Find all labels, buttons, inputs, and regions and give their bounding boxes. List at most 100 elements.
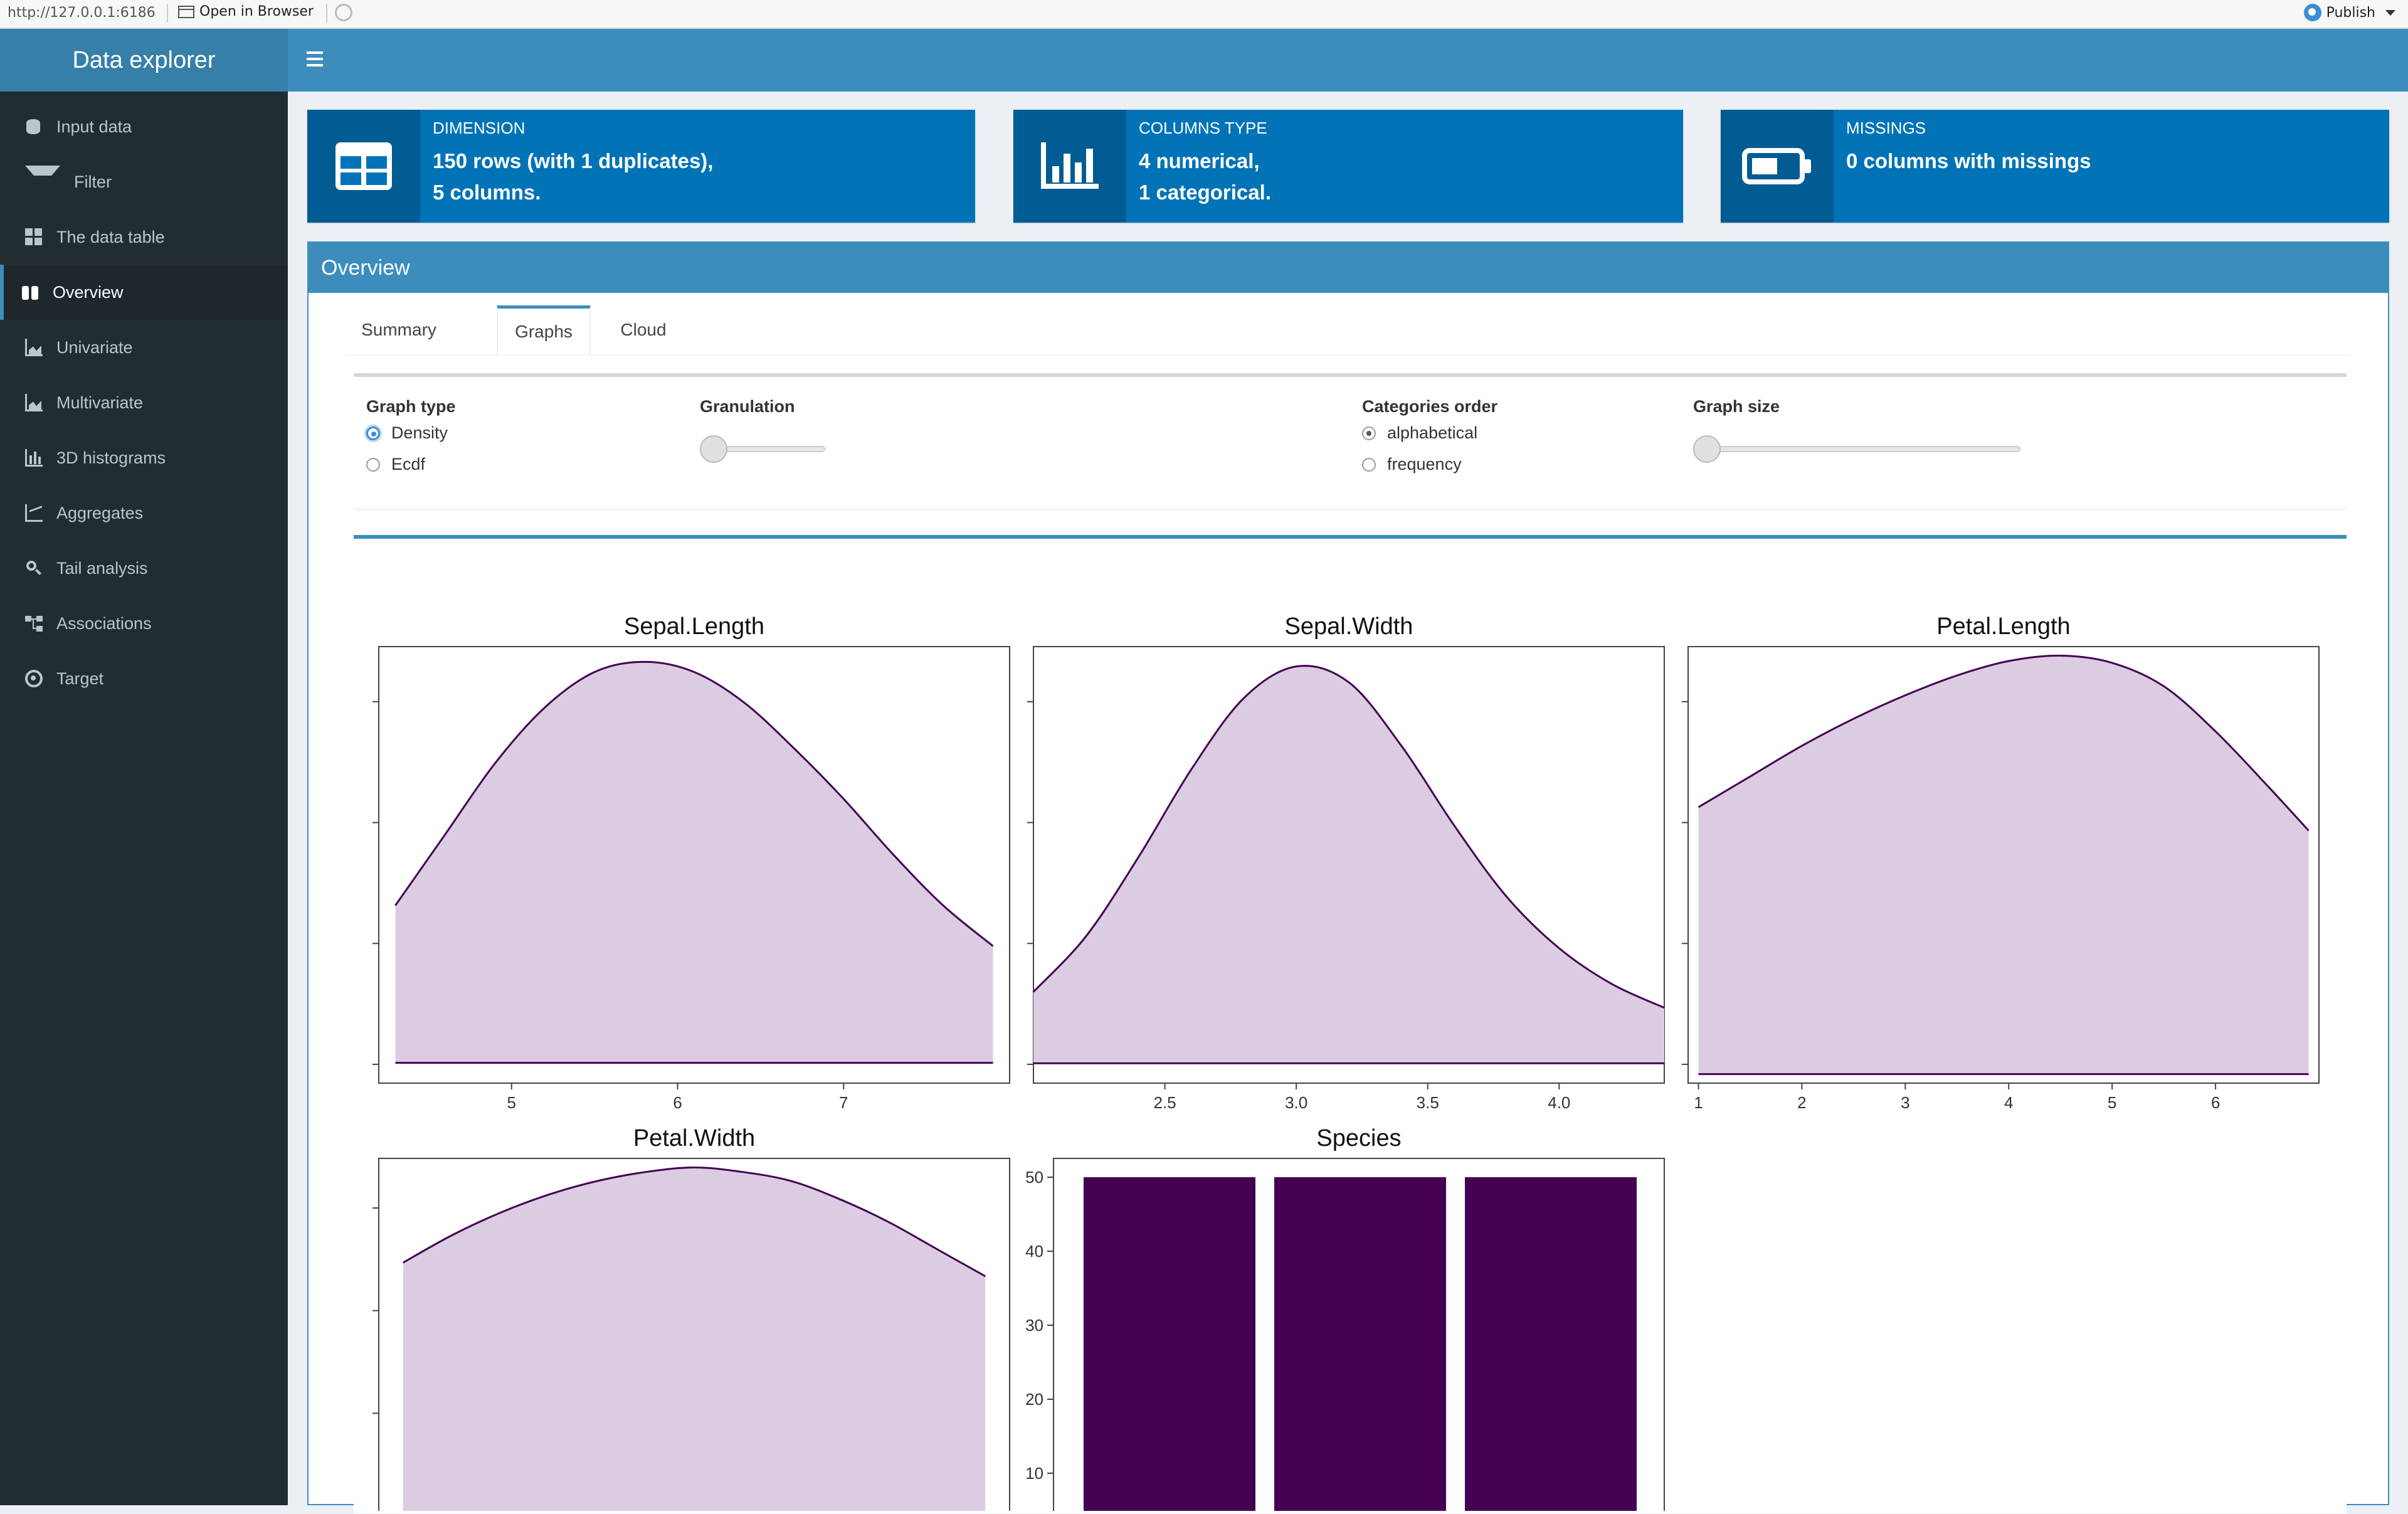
- x-tick-label: 3: [1901, 1093, 1909, 1112]
- chart-title: Sepal.Length: [624, 613, 764, 640]
- bar: [1274, 1177, 1446, 1514]
- radio-label: Ecdf: [391, 455, 426, 474]
- sidebar-item-overview[interactable]: Overview: [0, 265, 288, 320]
- info-box-value: 4 numerical,: [1139, 149, 1260, 172]
- overview-graphs: Sepal.Length 5 6 7 Sepal.Width 2.5 3.0 3.5 4.0 Pe…: [372, 613, 2320, 1514]
- sidebar-item-label: Overview: [53, 282, 124, 302]
- graph-size-slider-thumb[interactable]: [1693, 435, 1721, 463]
- granulation-title: Granulation: [700, 397, 795, 416]
- x-tick-label: 3.0: [1285, 1093, 1307, 1112]
- graph-type-title: Graph type: [366, 397, 456, 416]
- app-logo[interactable]: Data explorer: [0, 29, 288, 92]
- graph-size-slider-track[interactable]: [1693, 446, 2020, 452]
- radio-frequency[interactable]: [1362, 457, 1376, 472]
- info-box-dimension: Dimension 150 rows (with 1 duplicates), …: [307, 110, 975, 223]
- battery-icon: [1721, 110, 1834, 223]
- y-tick-label: 10: [1025, 1464, 1043, 1483]
- sidebar-item-input-data[interactable]: Input data: [0, 99, 288, 154]
- publish-button[interactable]: Publish: [2303, 4, 2395, 21]
- graph-type-density-option[interactable]: Density: [366, 423, 448, 443]
- info-box-value: 1 categorical.: [1139, 181, 1271, 204]
- chart-title: Sepal.Width: [1285, 613, 1413, 640]
- binoculars-icon: [21, 283, 39, 301]
- sidebar-item-univariate[interactable]: Univariate: [0, 320, 288, 375]
- categories-order-frequency-option[interactable]: frequency: [1362, 455, 1462, 474]
- info-box-value: 150 rows (with 1 duplicates),: [433, 149, 714, 172]
- graph-size-title: Graph size: [1693, 397, 1780, 416]
- sidebar-item-filter[interactable]: Filter: [0, 154, 288, 209]
- x-tick-label: 1: [1694, 1093, 1703, 1112]
- sidebar: Data explorer Input data Filter The data…: [0, 29, 288, 1505]
- x-tick-label: 6: [673, 1093, 682, 1112]
- sidebar-item-tail-analysis[interactable]: Tail analysis: [0, 541, 288, 596]
- sidebar-item-aggregates[interactable]: Aggregates: [0, 485, 288, 541]
- tab-graphs[interactable]: Graphs: [497, 305, 591, 354]
- sidebar-item-target[interactable]: Target: [0, 651, 288, 706]
- overview-header: Overview: [309, 243, 2388, 293]
- sidebar-item-label: Target: [56, 669, 104, 688]
- categories-order-title: Categories order: [1362, 397, 1498, 416]
- browser-window-icon: [178, 5, 194, 18]
- info-box-columns-type: Columns type 4 numerical, 1 categorical.: [1013, 110, 1683, 223]
- radio-label: alphabetical: [1387, 423, 1478, 442]
- area-chart-icon: [25, 339, 43, 356]
- open-in-browser-button[interactable]: Open in Browser: [178, 4, 314, 19]
- y-tick-label: 50: [1025, 1168, 1043, 1187]
- tab-cloud[interactable]: Cloud: [591, 305, 696, 354]
- y-tick-label: 30: [1025, 1316, 1043, 1335]
- sidebar-item-label: Multivariate: [56, 393, 144, 412]
- area-chart-icon: [25, 394, 43, 411]
- info-box-value: 0 columns with missings: [1846, 149, 2091, 172]
- radio-alphabetical[interactable]: [1362, 426, 1376, 440]
- radio-ecdf[interactable]: [366, 457, 380, 472]
- granulation-slider-thumb[interactable]: [700, 435, 727, 463]
- radio-label: frequency: [1387, 455, 1462, 474]
- density-area: [1698, 655, 2309, 1074]
- sidebar-item-data-table[interactable]: The data table: [0, 209, 288, 265]
- bar-chart-icon: [25, 449, 43, 467]
- x-tick-label: 6: [2211, 1093, 2220, 1112]
- density-area: [403, 1167, 986, 1514]
- toolbar-separator: [167, 4, 168, 23]
- sidebar-toggle-icon[interactable]: [307, 51, 323, 68]
- overview-title: Overview: [321, 255, 410, 280]
- chart-title: Petal.Width: [633, 1125, 755, 1151]
- x-tick-label: 4.0: [1548, 1093, 1570, 1112]
- chart-title: Petal.Length: [1936, 613, 2070, 640]
- radio-density[interactable]: [366, 426, 380, 440]
- graph-type-ecdf-option[interactable]: Ecdf: [366, 455, 425, 474]
- sidebar-item-associations[interactable]: Associations: [0, 596, 288, 651]
- table-icon: [25, 228, 43, 246]
- toolbar-separator: [326, 4, 327, 23]
- sidebar-item-label: Univariate: [56, 337, 133, 357]
- density-area: [395, 662, 993, 1063]
- overview-tabs: Summary Graphs Cloud: [346, 305, 2350, 356]
- x-tick-label: 7: [839, 1093, 848, 1112]
- x-tick-label: 5: [2108, 1093, 2116, 1112]
- overview-box: Overview Summary Graphs Cloud Graph type…: [307, 241, 2389, 1514]
- categories-order-alphabetical-option[interactable]: alphabetical: [1362, 423, 1477, 443]
- x-tick-label: 5: [507, 1093, 516, 1112]
- sidebar-item-3d-histograms[interactable]: 3D histograms: [0, 430, 288, 485]
- viewer-url[interactable]: http://127.0.0.1:6186: [8, 5, 156, 21]
- app-title: Data explorer: [72, 46, 216, 73]
- y-tick-label: 20: [1025, 1390, 1043, 1409]
- info-box-missings: Missings 0 columns with missings: [1721, 110, 2389, 223]
- radio-label: Density: [391, 423, 448, 442]
- info-box-label: Columns type: [1139, 119, 1267, 137]
- viewer-toolbar: http://127.0.0.1:6186 Open in Browser Pu…: [0, 0, 2408, 29]
- filter-icon: [25, 166, 60, 193]
- x-tick-label: 2: [1797, 1093, 1806, 1112]
- search-icon: [25, 559, 43, 577]
- tab-summary[interactable]: Summary: [346, 305, 452, 354]
- y-tick-label: 40: [1025, 1242, 1043, 1261]
- table-icon: [307, 110, 420, 223]
- bar: [1084, 1177, 1255, 1514]
- sidebar-item-multivariate[interactable]: Multivariate: [0, 375, 288, 430]
- bar-chart-icon: [1013, 110, 1126, 223]
- refresh-icon[interactable]: [335, 4, 352, 21]
- sidebar-item-label: Tail analysis: [56, 558, 148, 578]
- sidebar-item-label: Associations: [56, 613, 152, 633]
- publish-label: Publish: [2326, 4, 2375, 21]
- x-tick-label: 3.5: [1417, 1093, 1439, 1112]
